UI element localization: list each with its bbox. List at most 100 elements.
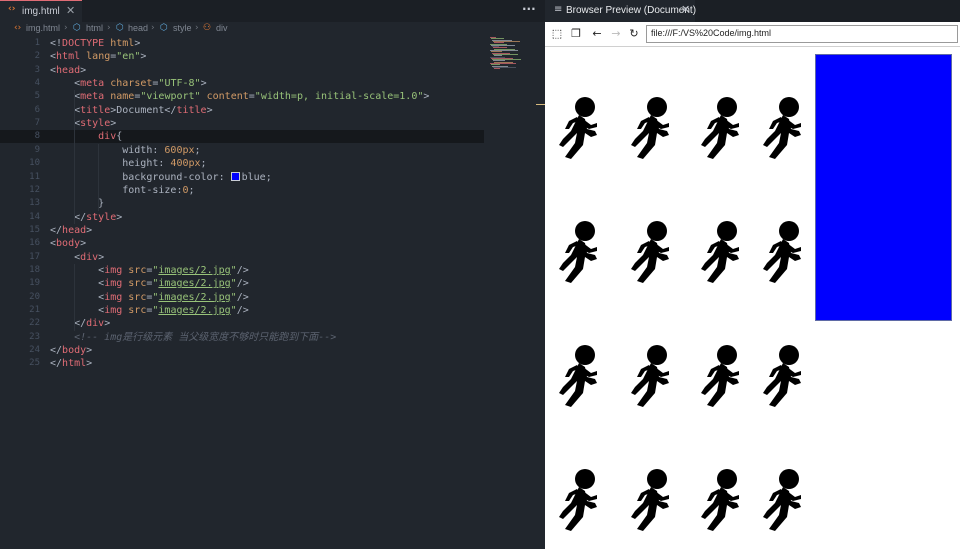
line-source: <!DOCTYPE html> <box>50 38 141 49</box>
running-figure-icon <box>759 343 807 409</box>
line-source: <style> <box>50 118 117 130</box>
code-line[interactable]: 14 </style> <box>0 211 484 224</box>
tab-img-html[interactable]: ‹› img.html ✕ <box>0 0 82 22</box>
code-line[interactable]: 13 } <box>0 197 484 210</box>
code-line[interactable]: 6 <title>Document</title> <box>0 104 484 117</box>
minimap[interactable] <box>488 37 530 77</box>
preview-tab-bar: ≡ Browser Preview (Document) ✕ <box>545 0 960 22</box>
close-icon[interactable]: ✕ <box>681 3 690 16</box>
code-line[interactable]: 5 <meta name="viewport" content="width=p… <box>0 90 484 103</box>
code-line[interactable]: 22 </div> <box>0 317 484 330</box>
chevron-right-icon: › <box>151 23 155 33</box>
editor-tab-bar: ‹› img.html ✕ ··· <box>0 0 545 22</box>
line-number: 20 <box>29 291 40 302</box>
line-number: 6 <box>34 104 40 115</box>
line-number: 18 <box>29 264 40 275</box>
line-number: 10 <box>29 158 40 169</box>
line-source: font-size:0; <box>50 184 195 196</box>
address-bar[interactable]: file:///F:/VS%20Code/img.html <box>646 25 958 43</box>
code-line[interactable]: 4 <meta charset="UTF-8"> <box>0 77 484 90</box>
inspect-icon[interactable]: ⬚ <box>549 26 565 42</box>
line-number: 17 <box>29 251 40 262</box>
breadcrumb-item-div[interactable]: div <box>216 23 228 33</box>
running-figure-icon <box>627 219 675 285</box>
code-editor[interactable]: ‹› img.html ✕ ··· ‹› img.html › ⬡ html ›… <box>0 0 545 549</box>
tab-label: img.html <box>22 6 60 17</box>
code-line[interactable]: 25 </html> <box>0 357 484 370</box>
running-figure-icon <box>627 467 675 533</box>
code-line[interactable]: 1 <!DOCTYPE html> <box>0 37 484 50</box>
running-figure-icon <box>759 95 807 161</box>
line-source: <!-- img是行级元素 当父级宽度不够时只能跑到下面--> <box>50 331 337 343</box>
forward-icon[interactable]: → <box>608 26 624 42</box>
code-line[interactable]: 16 <body> <box>0 237 484 250</box>
code-line[interactable]: 19 <img src="images/2.jpg"/> <box>0 277 484 290</box>
menu-icon: ≡ <box>554 4 563 15</box>
element-icon: ⬡ <box>116 23 124 33</box>
line-source: <img src="images/2.jpg"/> <box>50 305 249 316</box>
url-text: file:///F:/VS%20Code/img.html <box>651 28 772 38</box>
html-file-icon: ‹› <box>8 4 16 14</box>
code-line[interactable]: 8 div{ <box>0 130 484 144</box>
running-figure-icon <box>759 219 807 285</box>
blue-div <box>815 54 952 321</box>
code-line[interactable]: 3 <head> <box>0 64 484 77</box>
running-figure-icon <box>555 95 603 161</box>
running-figure-icon <box>697 467 745 533</box>
code-line[interactable]: 15 </head> <box>0 224 484 237</box>
css-rule-icon: ⚇ <box>203 23 212 33</box>
line-number: 13 <box>29 198 40 209</box>
code-line[interactable]: 10 height: 400px; <box>0 157 484 170</box>
line-number: 2 <box>34 51 40 62</box>
line-number: 12 <box>29 184 40 195</box>
code-line[interactable]: 2 <html lang="en"> <box>0 50 484 63</box>
line-number: 1 <box>34 38 40 48</box>
running-figure-icon <box>697 343 745 409</box>
code-line[interactable]: 23 <!-- img是行级元素 当父级宽度不够时只能跑到下面--> <box>0 331 484 344</box>
line-source: <body> <box>50 238 87 250</box>
code-line[interactable]: 17 <div> <box>0 251 484 264</box>
page-viewport[interactable] <box>545 47 960 549</box>
indent-guide <box>74 263 75 331</box>
breadcrumb-item-file[interactable]: img.html <box>26 23 60 33</box>
code-line[interactable]: 18 <img src="images/2.jpg"/> <box>0 264 484 277</box>
code-line[interactable]: 21 <img src="images/2.jpg"/> <box>0 304 484 317</box>
line-source: width: 600px; <box>50 144 201 156</box>
line-number: 7 <box>34 118 40 129</box>
code-line[interactable]: 24 </body> <box>0 344 484 357</box>
line-source: div{ <box>50 131 123 143</box>
line-source: background-color: blue; <box>50 171 272 183</box>
line-number: 4 <box>34 78 40 89</box>
code-line[interactable]: 12 font-size:0; <box>0 184 484 197</box>
indent-guide <box>74 90 75 224</box>
devtools-icon[interactable]: ❐ <box>568 26 584 42</box>
line-number: 16 <box>29 238 40 249</box>
line-source: </html> <box>50 358 93 370</box>
code-line[interactable]: 9 width: 600px; <box>0 144 484 157</box>
more-actions-icon[interactable]: ··· <box>522 2 536 16</box>
tab-label: Browser Preview (Document) <box>566 5 697 16</box>
browser-preview-pane: ≡ Browser Preview (Document) ✕ ⬚ ❐ ← → ↻… <box>545 0 960 549</box>
element-icon: ⬡ <box>160 23 168 33</box>
code-line[interactable]: 11 background-color: blue; <box>0 171 484 184</box>
color-swatch[interactable] <box>230 172 240 181</box>
line-source: <img src="images/2.jpg"/> <box>50 291 249 303</box>
code-line[interactable]: 20 <img src="images/2.jpg"/> <box>0 291 484 304</box>
tab-browser-preview[interactable]: ≡ Browser Preview (Document) ✕ <box>545 0 697 22</box>
line-number: 19 <box>29 278 40 289</box>
line-number: 23 <box>29 331 40 342</box>
line-number: 15 <box>29 224 40 235</box>
code-line[interactable]: 7 <style> <box>0 117 484 130</box>
running-figure-icon <box>759 467 807 533</box>
line-source: </head> <box>50 224 93 236</box>
line-source: <html lang="en"> <box>50 51 147 63</box>
line-number: 22 <box>29 318 40 329</box>
close-icon[interactable]: ✕ <box>66 4 75 17</box>
running-figure-icon <box>627 343 675 409</box>
back-icon[interactable]: ← <box>589 26 605 42</box>
breadcrumb-item-html[interactable]: html <box>86 23 103 33</box>
breadcrumb-item-style[interactable]: style <box>173 23 192 33</box>
breadcrumb-item-head[interactable]: head <box>128 23 148 33</box>
reload-icon[interactable]: ↻ <box>626 26 642 42</box>
line-source: </div> <box>50 318 111 330</box>
